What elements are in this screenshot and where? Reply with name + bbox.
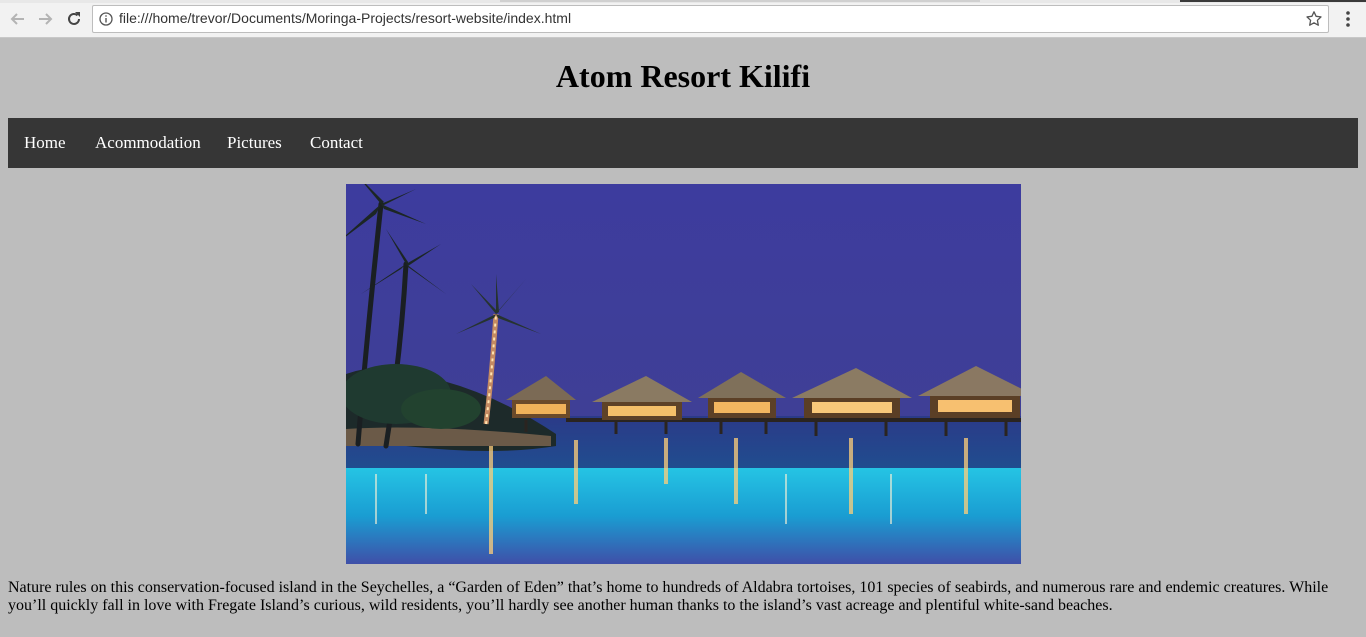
info-icon[interactable] [99,12,113,26]
main-navigation: Home Acommodation Pictures Contact [8,118,1358,168]
browser-menu-icon[interactable] [1340,9,1356,29]
resort-hero-image [346,184,1021,564]
forward-arrow-icon [39,13,53,25]
address-bar[interactable]: file:///home/trevor/Documents/Moringa-Pr… [92,5,1329,33]
nav-link-contact[interactable]: Contact [310,133,363,153]
bookmark-star-icon[interactable] [1305,10,1323,28]
nav-link-accommodation[interactable]: Acommodation [95,133,201,153]
back-button[interactable] [6,7,30,31]
tab-strip-edge [0,0,1366,3]
page-title: Atom Resort Kilifi [555,58,811,94]
url-text[interactable]: file:///home/trevor/Documents/Moringa-Pr… [119,10,571,26]
browser-toolbar: file:///home/trevor/Documents/Moringa-Pr… [0,0,1366,38]
forward-button[interactable] [33,7,57,31]
resort-description: Nature rules on this conservation-focuse… [8,579,1329,614]
reload-button[interactable] [62,7,86,31]
nav-link-home[interactable]: Home [24,133,66,153]
reload-icon [68,12,80,25]
back-arrow-icon [10,13,24,25]
nav-link-pictures[interactable]: Pictures [227,133,282,153]
